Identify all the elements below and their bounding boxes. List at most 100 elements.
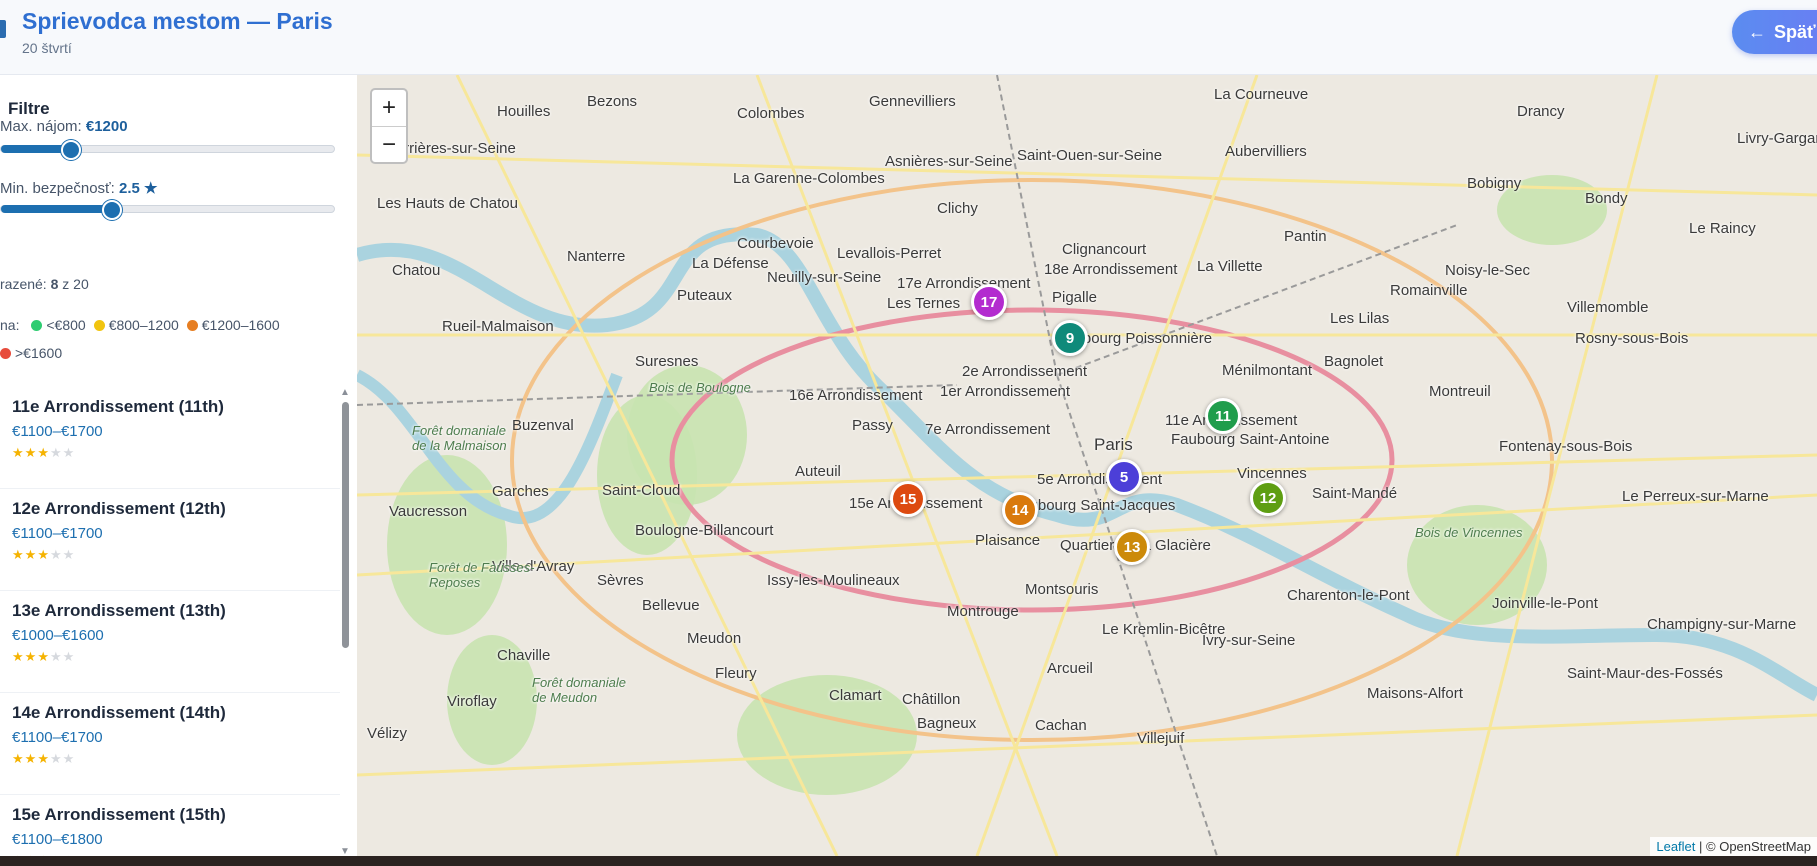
place-label: Pantin: [1284, 228, 1327, 245]
place-label: Arcueil: [1047, 660, 1093, 677]
legend-label: €800–1200: [108, 317, 179, 333]
place-label: Noisy-le-Sec: [1445, 262, 1531, 279]
list-item[interactable]: 14e Arrondissement (14th) €1100–€1700 ★★★★…: [0, 693, 340, 795]
place-label: Saint-Mandé: [1312, 485, 1398, 502]
zoom-in-button[interactable]: +: [372, 90, 406, 126]
star-icon: ★: [12, 547, 25, 562]
place-label: Neuilly-sur-Seine: [767, 269, 882, 286]
shown-label: razené:: [0, 276, 47, 292]
district-marker[interactable]: 12: [1250, 480, 1286, 516]
district-marker[interactable]: 17: [971, 284, 1007, 320]
leaflet-link[interactable]: Leaflet: [1656, 839, 1695, 854]
rent-value: €1200: [85, 118, 128, 135]
list-item[interactable]: 11e Arrondissement (11th) €1100–€1700 ★★★★…: [0, 387, 340, 489]
district-marker[interactable]: 14: [1002, 492, 1038, 528]
place-label: Puteaux: [677, 287, 733, 304]
district-marker[interactable]: 9: [1052, 320, 1088, 356]
place-label: Suresnes: [635, 353, 699, 370]
park-label: Forêt domaniale de la Malmaison: [412, 423, 507, 453]
place-label: La Courneuve: [1214, 86, 1309, 103]
list-item[interactable]: 15e Arrondissement (15th)€1100–€1800★★★★…: [0, 795, 340, 856]
zoom-control: + −: [370, 88, 408, 164]
list-item[interactable]: 12e Arrondissement (12th) €1100–€1700 ★★★★…: [0, 489, 340, 591]
place-label: Nanterre: [567, 248, 626, 265]
back-button[interactable]: ← Späť: [1732, 10, 1817, 54]
legend-dot: [0, 348, 11, 359]
neighborhood-name: 12e Arrondissement (12th): [12, 499, 226, 518]
district-marker[interactable]: 5: [1106, 459, 1142, 495]
legend-label: >€1600: [15, 345, 63, 361]
place-label: Charenton-le-Pont: [1287, 587, 1410, 604]
place-label: 5e Arrondissement: [1037, 471, 1163, 488]
sidebar: Filtre Max. nájom: €1200 Min. bezpečnosť…: [0, 75, 357, 856]
place-label: Les Hauts de Chatou: [377, 195, 518, 212]
neighborhood-name: 13e Arrondissement (13th): [12, 601, 226, 620]
place-label: Chaville: [497, 647, 551, 664]
neighborhood-name: 14e Arrondissement (14th): [12, 703, 226, 722]
osm-attribution: | © OpenStreetMap: [1699, 839, 1811, 854]
place-label: Asnières-sur-Seine: [885, 153, 1013, 170]
place-label: 16e Arrondissement: [789, 387, 923, 404]
neighborhood-price: €1000–€1600: [12, 627, 104, 644]
taskbar: [0, 856, 1817, 866]
scroll-up-icon[interactable]: ▲: [340, 387, 350, 398]
star-icon: ★: [62, 547, 76, 562]
scroll-down-icon[interactable]: ▼: [340, 846, 350, 856]
safety-slider[interactable]: [0, 200, 335, 220]
scrollbar-thumb[interactable]: [342, 402, 349, 648]
legend-label: <€800: [46, 317, 86, 333]
district-count: 20 štvrtí: [22, 40, 72, 56]
neighborhood-price: €1100–€1700: [12, 423, 103, 440]
rent-slider[interactable]: [0, 140, 335, 160]
neighborhood-price: €1100–€1700: [12, 729, 103, 746]
place-label: Issy-les-Moulineaux: [767, 572, 900, 589]
place-label: Bagneux: [917, 715, 977, 732]
district-marker[interactable]: 11: [1205, 398, 1241, 434]
legend-item: <€800: [23, 317, 86, 333]
place-label: Saint-Ouen-sur-Seine: [1017, 147, 1163, 164]
neighborhood-name: 15e Arrondissement (15th): [12, 805, 226, 824]
place-label: Paris: [1094, 435, 1133, 454]
place-label: Boulogne-Billancourt: [635, 522, 774, 539]
place-label: Fontenay-sous-Bois: [1499, 438, 1633, 455]
safety-slider-thumb[interactable]: [101, 200, 122, 220]
rating-stars: ★★★★★: [12, 649, 75, 665]
place-label: Vélizy: [367, 725, 408, 742]
place-label: Clamart: [829, 687, 882, 704]
place-label: Les Ternes: [887, 295, 961, 312]
district-marker[interactable]: 15: [890, 481, 926, 517]
place-label: 17e Arrondissement: [897, 275, 1031, 292]
legend-label: €1200–1600: [201, 317, 280, 333]
list-item[interactable]: 13e Arrondissement (13th) €1000–€1600 ★★★★…: [0, 591, 340, 693]
star-icon: ★: [12, 649, 25, 664]
safety-filter-label: Min. bezpečnosť: 2.5 ★: [0, 179, 158, 197]
star-icon: ★: [37, 751, 50, 766]
shown-total: z 20: [62, 276, 89, 292]
place-label: Saint-Maur-des-Fossés: [1567, 665, 1723, 682]
map-view[interactable]: Houilles Bezons Colombes Gennevilliers La Co…: [357, 75, 1817, 856]
place-label: Plaisance: [975, 532, 1041, 549]
safety-value: 2.5 ★: [119, 180, 158, 197]
place-label: Ménilmontant: [1222, 362, 1313, 379]
zoom-out-button[interactable]: −: [372, 126, 406, 162]
place-label: Champigny-sur-Marne: [1647, 616, 1797, 633]
safety-slider-fill: [1, 205, 112, 213]
star-icon: ★: [49, 445, 63, 460]
place-label: 7e Arrondissement: [925, 421, 1051, 438]
place-label: Pigalle: [1052, 289, 1098, 306]
legend-item: >€1600: [0, 345, 62, 361]
rating-stars: ★★★★★: [12, 445, 75, 461]
place-label: Ivry-sur-Seine: [1202, 632, 1296, 649]
place-label: Rueil-Malmaison: [442, 318, 554, 335]
page-title: Sprievodca mestom — Paris: [22, 8, 333, 34]
star-icon: ★: [49, 649, 63, 664]
neighborhood-name: 11e Arrondissement (11th): [12, 397, 224, 416]
place-label: Faubourg Saint-Antoine: [1171, 431, 1330, 448]
rent-slider-thumb[interactable]: [61, 140, 82, 160]
list-scrollbar[interactable]: ▲ ▼: [340, 387, 352, 856]
district-marker[interactable]: 13: [1114, 529, 1150, 565]
star-icon: ★: [24, 751, 38, 766]
park-label: Forêt de Fausses-Reposes: [429, 560, 535, 590]
arrow-left-icon: ←: [1748, 21, 1766, 42]
legend-item: €800–1200: [86, 317, 179, 333]
